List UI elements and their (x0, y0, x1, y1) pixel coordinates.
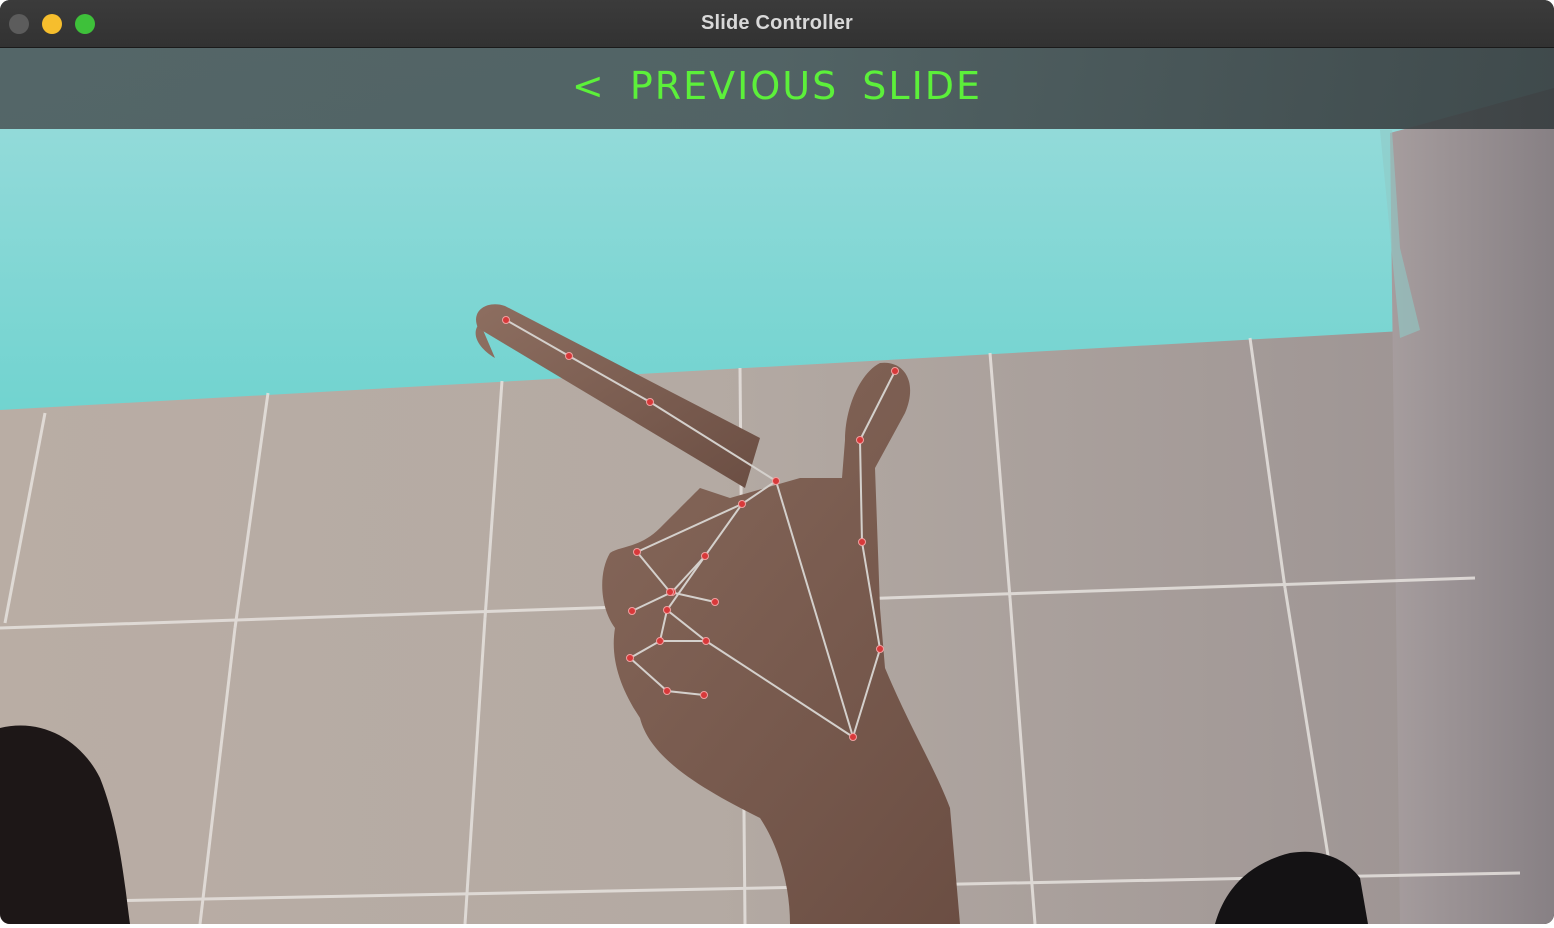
gesture-label: < PREVIOUS SLIDE (571, 64, 983, 108)
camera-scene (0, 48, 1554, 924)
window-title: Slide Controller (700, 12, 854, 34)
webcam-feed: < PREVIOUS SLIDE (0, 48, 1554, 924)
gesture-banner: < PREVIOUS SLIDE (0, 48, 1554, 129)
app-window: Slide Controller < PREVIOUS SLIDE (0, 0, 1554, 924)
title-bar[interactable]: Slide Controller (0, 0, 1554, 48)
right-wall (1390, 88, 1554, 924)
